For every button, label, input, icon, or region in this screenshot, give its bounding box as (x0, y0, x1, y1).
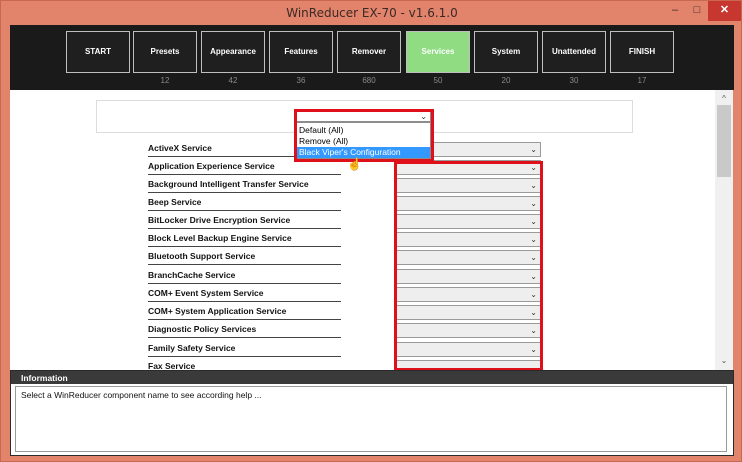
service-label: Diagnostic Policy Services (148, 323, 341, 338)
service-label: Family Safety Service (148, 342, 341, 357)
step-finish-button[interactable]: FINISH (610, 31, 674, 73)
scroll-up-icon[interactable]: ^ (715, 92, 733, 106)
service-label: Background Intelligent Transfer Service (148, 178, 341, 193)
service-label: Beep Service (148, 196, 341, 211)
information-title: Information (21, 373, 68, 383)
vertical-scrollbar[interactable]: ^ ⌄ (715, 90, 733, 370)
step-start-button[interactable]: START (66, 31, 130, 73)
pointer-cursor-icon: ☝ (347, 157, 362, 171)
step-remover-button[interactable]: Remover (337, 31, 401, 73)
chevron-down-icon: ⌄ (530, 145, 537, 154)
service-label: Block Level Backup Engine Service (148, 232, 341, 247)
service-label: Fax Service (148, 360, 341, 370)
service-label: BranchCache Service (148, 269, 341, 284)
step-toolbar: START Presets 12 Appearance 42 Features … (10, 25, 734, 90)
highlight-box (294, 109, 434, 162)
scroll-down-icon[interactable]: ⌄ (715, 354, 733, 368)
information-panel: Information Select a WinReducer componen… (10, 370, 734, 456)
step-count: 42 (228, 76, 238, 85)
step-presets-button[interactable]: Presets (133, 31, 197, 73)
services-panel: ActiveX Service ⌄ Application Experience… (10, 90, 726, 370)
minimize-button[interactable]: – (663, 1, 687, 21)
window-title: WinReducer EX-70 - v1.6.1.0 (286, 6, 458, 20)
information-textbox[interactable]: Select a WinReducer component name to se… (15, 386, 727, 452)
step-count: 36 (296, 76, 306, 85)
close-button[interactable]: ✕ (708, 1, 741, 21)
service-label: COM+ System Application Service (148, 305, 341, 320)
step-count: 30 (569, 76, 579, 85)
information-text: Select a WinReducer component name to se… (21, 390, 262, 400)
step-appearance-button[interactable]: Appearance (201, 31, 265, 73)
step-count: 17 (637, 76, 647, 85)
step-count: 12 (160, 76, 170, 85)
app-window: WinReducer EX-70 - v1.6.1.0 – □ ✕ START … (0, 0, 742, 462)
service-label: Bluetooth Support Service (148, 250, 341, 265)
highlight-box (394, 161, 543, 370)
title-bar: WinReducer EX-70 - v1.6.1.0 – □ ✕ (1, 1, 742, 25)
service-label: COM+ Event System Service (148, 287, 341, 302)
service-label: Application Experience Service (148, 160, 341, 175)
step-features-button[interactable]: Features (269, 31, 333, 73)
information-header: Information (11, 371, 733, 384)
step-count: 50 (433, 76, 443, 85)
maximize-button[interactable]: □ (687, 1, 707, 21)
step-count: 680 (362, 76, 376, 85)
step-system-button[interactable]: System (474, 31, 538, 73)
step-services-button[interactable]: Services (406, 31, 470, 73)
step-count: 20 (501, 76, 511, 85)
service-label: BitLocker Drive Encryption Service (148, 214, 341, 229)
scroll-thumb[interactable] (717, 105, 731, 177)
step-unattended-button[interactable]: Unattended (542, 31, 606, 73)
